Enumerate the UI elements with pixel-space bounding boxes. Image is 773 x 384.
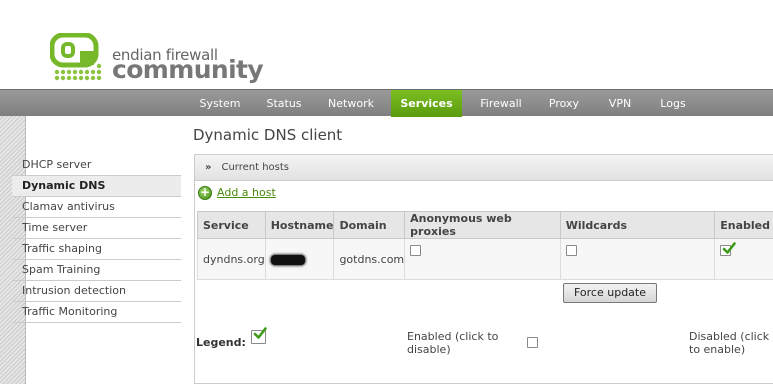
cell-enabled: [714, 238, 773, 280]
nav-firewall[interactable]: Firewall: [472, 90, 530, 117]
sidebar-item-clamav-antivirus[interactable]: Clamav antivirus: [12, 197, 181, 218]
nav-network[interactable]: Network: [320, 90, 382, 117]
legend-disabled-checkbox: [527, 337, 538, 348]
endian-logo: endian firewall community: [49, 32, 264, 85]
column-header-anonymous-web-proxies: Anonymous web proxies: [404, 211, 561, 239]
nav-status[interactable]: Status: [258, 90, 310, 117]
column-header-enabled: Enabled: [714, 211, 773, 239]
table-header-row: Service Hostname Domain Anonymous web pr…: [197, 211, 773, 239]
column-header-wildcards: Wildcards: [559, 211, 716, 239]
wildcards-checkbox[interactable]: [565, 245, 577, 256]
header: endian firewall community: [0, 0, 773, 89]
check-icon: [722, 242, 737, 254]
endian-logo-icon: [49, 32, 102, 81]
check-icon: [253, 327, 267, 339]
sidebar-item-traffic-shaping[interactable]: Traffic shaping: [12, 239, 181, 260]
nav-logs[interactable]: Logs: [652, 90, 694, 117]
hosts-table: Service Hostname Domain Anonymous web pr…: [197, 211, 773, 280]
sidebar-item-spam-training[interactable]: Spam Training: [12, 260, 181, 281]
sidebar-item-dhcp-server[interactable]: DHCP server: [12, 155, 181, 176]
nav-system[interactable]: System: [192, 90, 248, 117]
nav-vpn[interactable]: VPN: [600, 90, 640, 117]
enabled-checkbox[interactable]: [720, 242, 737, 256]
force-update-button[interactable]: Force update: [563, 283, 657, 303]
cell-hostname: [264, 238, 335, 280]
sidebar-item-traffic-monitoring[interactable]: Traffic Monitoring: [12, 302, 181, 323]
nav-proxy[interactable]: Proxy: [540, 90, 588, 117]
nav-services[interactable]: Services: [391, 90, 462, 117]
cell-service: dyndns.org: [197, 238, 266, 280]
legend-label: Legend:: [196, 336, 246, 349]
column-header-domain: Domain: [333, 211, 406, 239]
sidebar-item-intrusion-detection[interactable]: Intrusion detection: [12, 281, 181, 302]
column-header-service: Service: [197, 211, 266, 239]
sidebar: DHCP server Dynamic DNS Clamav antivirus…: [12, 155, 181, 323]
column-header-hostname: Hostname: [264, 211, 335, 239]
sidebar-item-time-server[interactable]: Time server: [12, 218, 181, 239]
collapse-arrows-icon[interactable]: »: [195, 162, 221, 173]
cell-wildcards: [559, 238, 716, 280]
add-icon[interactable]: +: [198, 186, 212, 200]
table-row: dyndns.org gotdns.com: [197, 238, 773, 280]
legend-disabled-text: Disabled (click to enable): [689, 330, 770, 356]
panel-title: Current hosts: [221, 162, 290, 173]
current-hosts-panel: » Current hosts + Add a host Service Host…: [194, 154, 773, 384]
redacted-hostname: [270, 254, 305, 265]
brand-line2: community: [112, 55, 264, 84]
panel-header[interactable]: » Current hosts: [195, 155, 773, 181]
main-nav: System Status Network Services Firewall …: [0, 89, 773, 117]
legend-enabled-text: Enabled (click to disable): [407, 330, 499, 356]
cell-domain: gotdns.com: [333, 238, 406, 280]
legend-enabled-checkbox: [251, 327, 267, 344]
sidebar-item-dynamic-dns[interactable]: Dynamic DNS: [12, 176, 181, 197]
cell-anonymous-web-proxies: [404, 238, 561, 280]
page-title: Dynamic DNS client: [193, 126, 343, 144]
anonymous-web-proxies-checkbox[interactable]: [410, 245, 422, 256]
add-host-link[interactable]: Add a host: [217, 185, 276, 201]
